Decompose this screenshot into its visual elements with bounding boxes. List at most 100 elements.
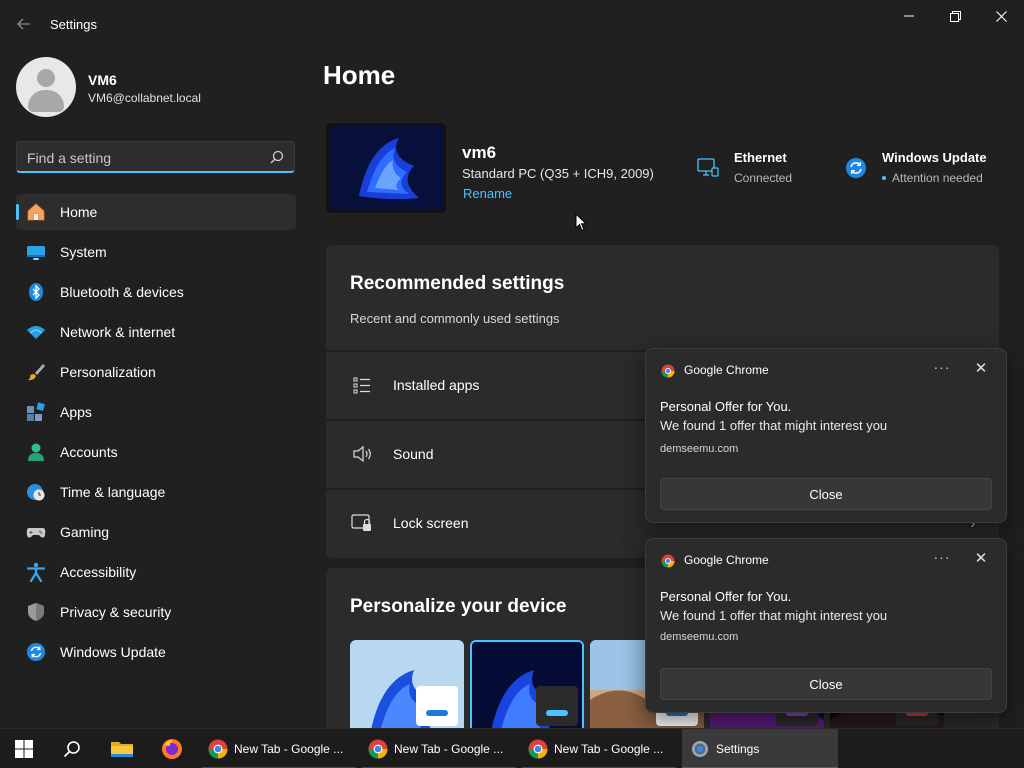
- taskbar-app-chrome-2[interactable]: New Tab - Google ...: [362, 729, 516, 768]
- sidebar-item-label: Accessibility: [60, 564, 137, 580]
- ethernet-title: Ethernet: [734, 150, 787, 165]
- sidebar-item-label: Privacy & security: [60, 604, 172, 620]
- apps-icon: [26, 402, 46, 422]
- notification-title: Personal Offer for You.: [660, 589, 792, 604]
- notification-close-button[interactable]: Close: [660, 478, 992, 510]
- accessibility-icon: [26, 562, 46, 582]
- sidebar-item-accessibility[interactable]: Accessibility: [16, 554, 296, 590]
- speaker-icon: [351, 443, 373, 465]
- close-icon[interactable]: [978, 0, 1024, 32]
- minimize-icon[interactable]: [886, 0, 932, 32]
- recommended-title: Recommended settings: [350, 273, 565, 294]
- sidebar-item-label: Accounts: [60, 444, 118, 460]
- mouse-cursor-icon: [575, 213, 587, 232]
- sidebar-item-personalization[interactable]: Personalization: [16, 354, 296, 390]
- search-input[interactable]: [27, 148, 257, 168]
- app-title: Settings: [50, 17, 97, 32]
- user-avatar-icon[interactable]: [16, 57, 76, 117]
- firefox-icon[interactable]: [160, 737, 184, 761]
- sidebar-item-system[interactable]: System: [16, 234, 296, 270]
- device-name: vm6: [462, 143, 497, 162]
- notification-toast[interactable]: Google Chrome ··· ✕ Personal Offer for Y…: [645, 348, 1007, 523]
- sidebar-nav: Home System Bluetooth & devices Network …: [16, 194, 296, 674]
- taskbar-app-label: New Tab - Google ...: [394, 742, 504, 756]
- theme-dark[interactable]: [470, 640, 584, 728]
- sidebar-item-label: Time & language: [60, 484, 166, 500]
- notification-app-name: Google Chrome: [684, 553, 769, 567]
- sidebar-item-windows-update[interactable]: Windows Update: [16, 634, 296, 670]
- search-field[interactable]: [16, 141, 295, 173]
- chrome-icon: [661, 364, 675, 378]
- sidebar-item-time-language[interactable]: Time & language: [16, 474, 296, 510]
- search-icon[interactable]: [270, 150, 284, 164]
- update-icon: [26, 642, 46, 662]
- sidebar-item-label: Windows Update: [60, 644, 166, 660]
- system-icon: [26, 242, 46, 262]
- brush-icon: [26, 362, 46, 382]
- rename-link[interactable]: Rename: [463, 186, 512, 201]
- recommended-item-label: Installed apps: [393, 376, 480, 393]
- recommended-subtitle: Recent and commonly used settings: [350, 311, 560, 326]
- notification-close-button[interactable]: Close: [660, 668, 992, 700]
- device-model: Standard PC (Q35 + ICH9, 2009): [462, 166, 654, 181]
- notification-dismiss-icon[interactable]: ✕: [971, 359, 991, 379]
- user-email: VM6@collabnet.local: [88, 91, 201, 105]
- notification-dismiss-icon[interactable]: ✕: [971, 549, 991, 569]
- chrome-icon: [368, 739, 388, 759]
- sidebar-item-label: Personalization: [60, 364, 156, 380]
- recommended-item-label: Sound: [393, 445, 434, 462]
- taskbar-app-label: New Tab - Google ...: [234, 742, 344, 756]
- taskbar-app-chrome-3[interactable]: New Tab - Google ...: [522, 729, 676, 768]
- title-bar: Settings: [0, 0, 1024, 48]
- sidebar-item-label: System: [60, 244, 107, 260]
- notification-body: We found 1 offer that might interest you: [660, 418, 888, 433]
- more-options-icon[interactable]: ···: [932, 549, 952, 569]
- sidebar-item-label: Home: [60, 204, 98, 220]
- sidebar-item-bluetooth[interactable]: Bluetooth & devices: [16, 274, 296, 310]
- notification-toast[interactable]: Google Chrome ··· ✕ Personal Offer for Y…: [645, 538, 1007, 713]
- personalize-title: Personalize your device: [350, 596, 567, 617]
- notification-app-name: Google Chrome: [684, 363, 769, 377]
- recommended-item-label: Lock screen: [393, 514, 469, 531]
- gamepad-icon: [26, 522, 46, 542]
- windows-start-icon[interactable]: [12, 737, 36, 761]
- chrome-icon: [528, 739, 548, 759]
- sidebar-item-apps[interactable]: Apps: [16, 394, 296, 430]
- sidebar-item-network[interactable]: Network & internet: [16, 314, 296, 350]
- accounts-icon: [26, 442, 46, 462]
- list-icon: [351, 374, 373, 396]
- sidebar-item-home[interactable]: Home: [16, 194, 296, 230]
- sidebar-item-gaming[interactable]: Gaming: [16, 514, 296, 550]
- shield-icon: [26, 602, 46, 622]
- taskbar-app-chrome-1[interactable]: New Tab - Google ...: [202, 729, 356, 768]
- lock-screen-icon: [351, 512, 373, 534]
- sidebar-item-accounts[interactable]: Accounts: [16, 434, 296, 470]
- update-title: Windows Update: [882, 150, 987, 165]
- ethernet-icon: [697, 157, 719, 179]
- chrome-icon: [208, 739, 228, 759]
- sync-icon: [845, 157, 867, 179]
- more-options-icon[interactable]: ···: [932, 359, 952, 379]
- taskbar-app-settings[interactable]: Settings: [682, 729, 838, 768]
- restore-icon[interactable]: [932, 0, 978, 32]
- notification-title: Personal Offer for You.: [660, 399, 792, 414]
- sidebar-item-label: Gaming: [60, 524, 110, 540]
- wifi-icon: [26, 322, 46, 342]
- search-icon[interactable]: [60, 737, 84, 761]
- taskbar-app-label: Settings: [716, 742, 760, 756]
- ethernet-status-text: Connected: [734, 171, 793, 185]
- taskbar-app-label: New Tab - Google ...: [554, 742, 664, 756]
- user-name: VM6: [88, 72, 117, 88]
- theme-light[interactable]: [350, 640, 464, 728]
- back-arrow-icon[interactable]: [12, 12, 36, 36]
- notification-source: demseemu.com: [660, 631, 739, 643]
- taskbar: New Tab - Google ... New Tab - Google ..…: [0, 728, 1024, 768]
- sidebar-item-label: Network & internet: [60, 324, 176, 340]
- update-status-text: Attention needed: [892, 171, 983, 185]
- sidebar-item-label: Apps: [60, 404, 92, 420]
- file-explorer-icon[interactable]: [110, 737, 134, 761]
- settings-gear-icon: [690, 739, 710, 759]
- device-wallpaper-thumbnail: [326, 123, 446, 213]
- bluetooth-icon: [26, 282, 46, 302]
- sidebar-item-privacy-security[interactable]: Privacy & security: [16, 594, 296, 630]
